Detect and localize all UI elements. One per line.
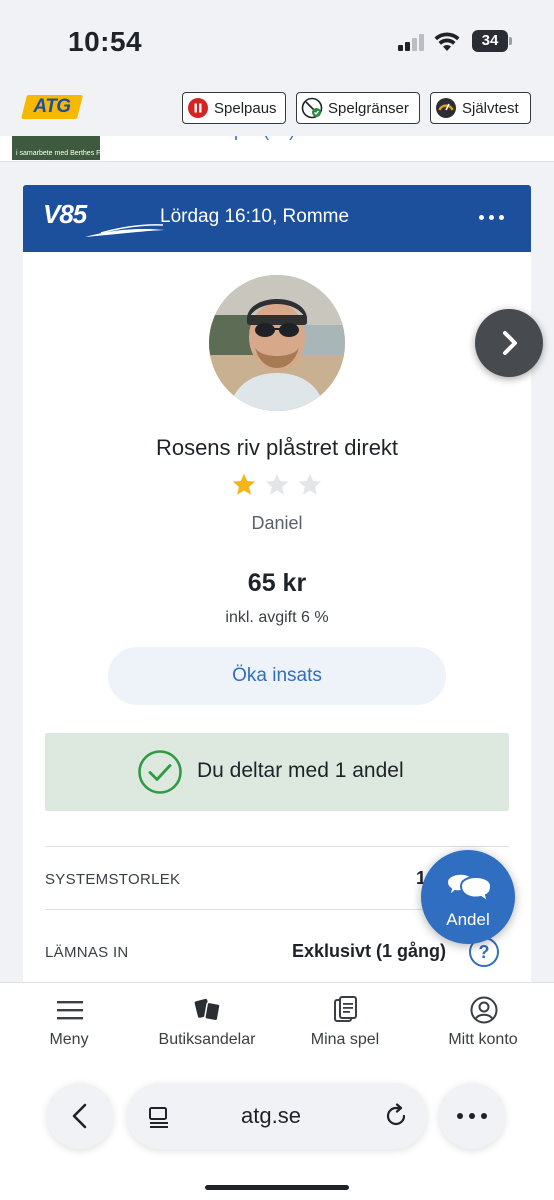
reload-icon[interactable] — [383, 1103, 409, 1129]
nav-label: Mina spel — [310, 1031, 380, 1048]
sjalvtest-button[interactable]: Självtest — [430, 92, 531, 124]
nav-item-mina-spel[interactable]: Mina spel — [276, 983, 414, 1061]
andel-chat-button[interactable]: Andel — [421, 850, 515, 944]
nav-item-mitt-konto[interactable]: Mitt konto — [414, 983, 552, 1061]
v85-logo-swoosh — [85, 224, 165, 237]
owner-name[interactable]: Daniel — [23, 513, 531, 534]
chevron-left-icon — [72, 1103, 87, 1129]
account-icon — [470, 996, 498, 1024]
battery-icon: 34 — [472, 30, 508, 52]
increase-stake-button[interactable]: Öka insats — [108, 647, 446, 705]
address-bar[interactable]: atg.se — [127, 1083, 427, 1149]
star-filled-icon — [232, 473, 256, 495]
andel-label: Andel — [446, 910, 490, 929]
card-header: V85 Lördag 16:10, Romme — [23, 185, 531, 252]
pause-icon — [188, 98, 208, 118]
spelgranser-button[interactable]: Spelgränser — [296, 92, 420, 124]
participation-text: Du deltar med 1 andel — [197, 759, 404, 782]
more-dots-icon — [457, 1113, 487, 1119]
gauge-icon — [436, 98, 456, 118]
limits-icon — [301, 97, 323, 119]
page-menu-icon[interactable] — [147, 1105, 171, 1129]
bottom-nav: Meny Butiksandelar Mina spel Mitt konto — [0, 982, 554, 1060]
signal-icon — [398, 33, 426, 51]
star-empty-icon — [265, 473, 289, 495]
spelgranser-label: Spelgränser — [328, 99, 409, 117]
rating-stars — [231, 472, 323, 498]
participation-banner: Du deltar med 1 andel — [45, 733, 509, 811]
v85-logo: V85 — [43, 199, 87, 229]
spelpaus-label: Spelpaus — [214, 99, 277, 117]
system-size-label: SYSTEMSTORLEK — [45, 871, 181, 888]
share-price: 65 kr — [247, 569, 307, 597]
star-empty-icon — [298, 473, 322, 495]
status-bar: 10:54 34 — [0, 0, 554, 76]
wifi-icon — [434, 32, 460, 51]
check-circle-icon — [138, 750, 182, 794]
sjalvtest-label: Självtest — [462, 99, 519, 117]
nav-item-butiksandelar[interactable]: Butiksandelar — [138, 983, 276, 1061]
submitted-value: Exklusivt (1 gång) — [292, 941, 447, 961]
documents-icon — [334, 996, 357, 1022]
browser-more-button[interactable] — [439, 1083, 505, 1149]
divider — [45, 846, 509, 847]
nav-label: Butiksandelar — [158, 1031, 256, 1048]
url-text: atg.se — [241, 1103, 301, 1128]
next-card-button[interactable] — [475, 309, 543, 377]
avatar — [209, 275, 345, 411]
chat-bubbles-icon — [445, 872, 493, 905]
fee-note: inkl. avgift 6 % — [225, 609, 329, 626]
team-name: Rosens riv plåstret direkt — [155, 435, 399, 460]
home-indicator — [205, 1185, 349, 1190]
chevron-right-icon — [503, 331, 517, 355]
browser-toolbar: atg.se — [0, 1060, 554, 1200]
nav-label: Meny — [49, 1031, 89, 1048]
nav-label: Mitt konto — [448, 1031, 518, 1048]
status-time: 10:54 — [68, 26, 143, 57]
screen: { "status_bar": { "time": "10:54", "batt… — [0, 0, 554, 1200]
card-title: Lördag 16:10, Romme — [160, 206, 350, 227]
submitted-label: LÄMNAS IN — [45, 944, 129, 961]
spelpaus-button[interactable]: Spelpaus — [182, 92, 286, 124]
battery-tip — [509, 37, 512, 45]
nav-item-menu[interactable]: Meny — [0, 983, 138, 1061]
menu-icon — [57, 1001, 83, 1020]
more-options-icon[interactable] — [479, 215, 505, 221]
atg-logo[interactable]: ATG — [21, 95, 83, 119]
cards-icon — [194, 998, 221, 1022]
back-button[interactable] — [47, 1083, 113, 1149]
